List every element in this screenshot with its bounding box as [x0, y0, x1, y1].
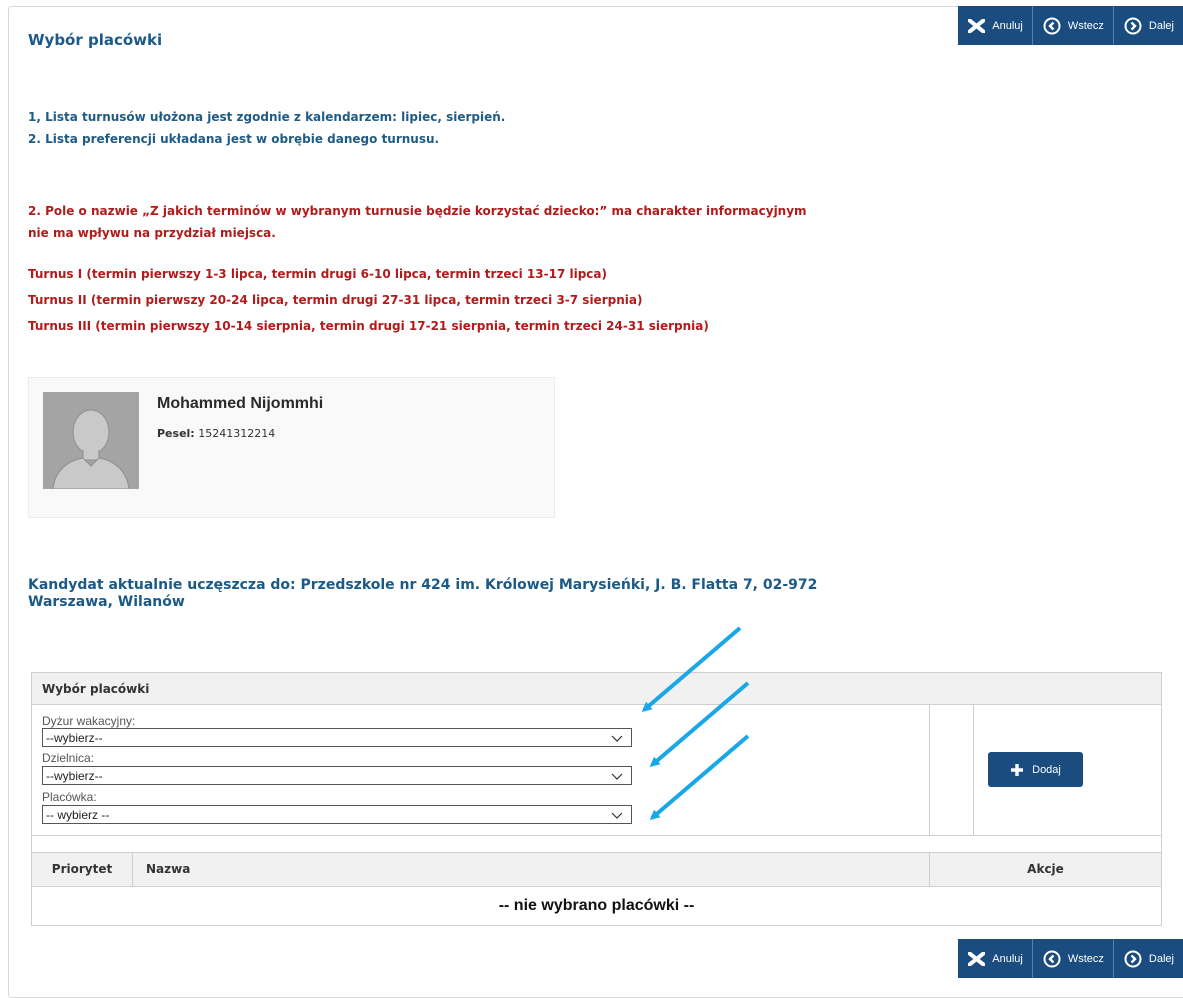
panel-title: Wybór placówki — [32, 673, 1161, 705]
turnus-1: Turnus I (termin pierwszy 1-3 lipca, ter… — [28, 267, 607, 281]
duty-select[interactable]: --wybierz-- — [42, 728, 632, 747]
next-label: Dalej — [1148, 19, 1174, 32]
spacer-cell — [930, 705, 974, 835]
institution-select[interactable]: -- wybierz -- — [42, 805, 632, 824]
back-circle-icon — [1043, 950, 1061, 968]
plus-icon — [1010, 763, 1024, 777]
selection-form: Dyżur wakacyjny: --wybierz-- Dzielnica: … — [32, 705, 930, 835]
chevron-down-icon — [611, 809, 623, 823]
district-select-value: --wybierz-- — [46, 769, 103, 783]
current-institution: Kandydat aktualnie uczęszcza do: Przedsz… — [28, 577, 818, 610]
candidate-name: Mohammed Nijommhi — [157, 395, 324, 412]
cancel-label: Anuluj — [992, 952, 1023, 965]
info-line-2: 2. Lista preferencji układana jest w obr… — [28, 132, 440, 146]
back-button[interactable]: Wstecz — [1032, 939, 1114, 978]
duty-select-value: --wybierz-- — [46, 731, 103, 745]
next-button[interactable]: Dalej — [1113, 939, 1183, 978]
add-label: Dodaj — [1032, 763, 1061, 776]
cancel-label: Anuluj — [992, 19, 1023, 32]
info-note: 2. Pole o nazwie „Z jakich terminów w wy… — [28, 204, 807, 240]
back-label: Wstecz — [1067, 19, 1104, 32]
institution-selection-panel: Wybór placówki Dyżur wakacyjny: --wybier… — [31, 672, 1162, 926]
pesel-value: 15241312214 — [198, 427, 276, 440]
info-line-1: 1, Lista turnusów ułożona jest zgodnie z… — [28, 110, 506, 124]
separator-row — [32, 835, 1161, 853]
cancel-button[interactable]: Anuluj — [958, 939, 1033, 978]
close-icon — [968, 951, 986, 966]
page-title: Wybór placówki — [28, 31, 163, 49]
pesel-label: Pesel: — [157, 427, 195, 440]
column-name: Nazwa — [133, 853, 930, 886]
table-header: Priorytet Nazwa Akcje — [32, 853, 1161, 887]
district-select[interactable]: --wybierz-- — [42, 766, 632, 785]
institution-label: Placówka: — [42, 790, 97, 804]
wizard-toolbar-bottom: Anuluj Wstecz Dalej — [958, 939, 1183, 978]
chevron-down-icon — [611, 770, 623, 784]
turnus-2: Turnus II (termin pierwszy 20-24 lipca, … — [28, 293, 643, 307]
back-circle-icon — [1043, 17, 1061, 35]
next-button[interactable]: Dalej — [1113, 6, 1183, 45]
institution-select-value: -- wybierz -- — [46, 808, 110, 822]
next-circle-icon — [1124, 950, 1142, 968]
next-label: Dalej — [1148, 952, 1174, 965]
duty-label: Dyżur wakacyjny: — [42, 714, 136, 728]
column-actions: Akcje — [1027, 862, 1064, 876]
column-priority: Priorytet — [32, 853, 133, 886]
turnus-3: Turnus III (termin pierwszy 10-14 sierpn… — [28, 319, 709, 333]
back-button[interactable]: Wstecz — [1032, 6, 1114, 45]
chevron-down-icon — [611, 732, 623, 746]
back-label: Wstecz — [1067, 952, 1104, 965]
wizard-toolbar-top: Anuluj Wstecz Dalej — [958, 6, 1183, 45]
next-circle-icon — [1124, 17, 1142, 35]
close-icon — [968, 18, 986, 33]
add-button[interactable]: Dodaj — [988, 752, 1083, 787]
add-cell: Dodaj — [974, 705, 1161, 835]
empty-table-message: -- nie wybrano placówki -- — [498, 897, 695, 914]
district-label: Dzielnica: — [42, 751, 95, 765]
candidate-card: Mohammed Nijommhi Pesel: 15241312214 — [28, 377, 555, 518]
cancel-button[interactable]: Anuluj — [958, 6, 1033, 45]
candidate-pesel: Pesel: 15241312214 — [157, 427, 275, 440]
avatar — [43, 392, 139, 489]
